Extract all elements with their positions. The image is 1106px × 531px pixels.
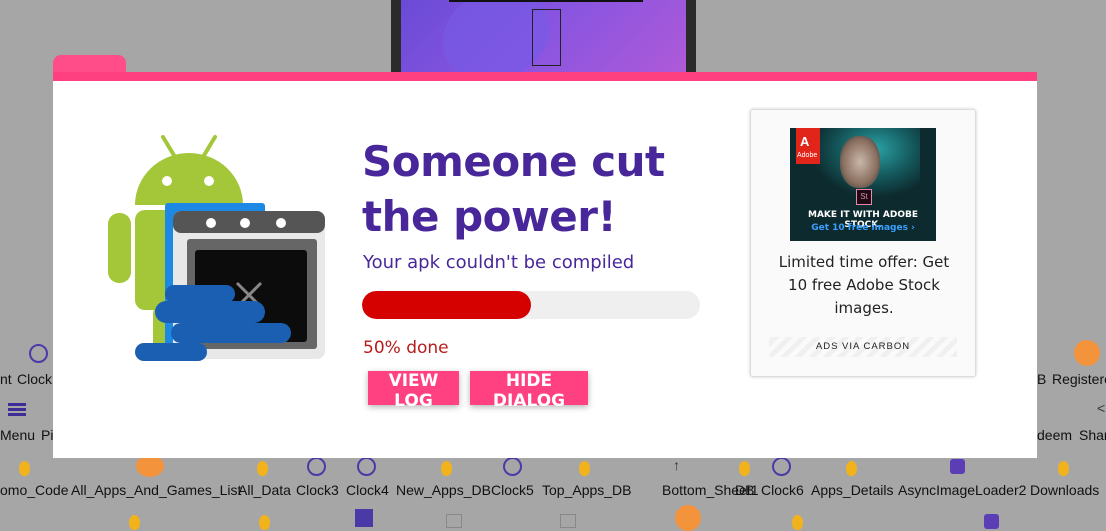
component-label[interactable]: All_Apps_And_Games_List [71, 482, 241, 498]
firebase-icon[interactable] [792, 515, 803, 530]
progress-text: 50% done [363, 338, 449, 358]
adobe-logo: A Adobe [796, 128, 820, 164]
workspace-row-3: omo_Code All_Apps_And_Games_List All_Dat… [0, 455, 1106, 498]
ad-face-art [840, 136, 880, 188]
firebase-icon[interactable] [1058, 461, 1069, 476]
phone-selection-frame [532, 9, 561, 66]
list-icon[interactable] [8, 403, 26, 417]
build-error-dialog: Someone cut the power! Your apk couldn't… [53, 72, 1037, 458]
component-label[interactable]: Menu [0, 427, 35, 443]
carbon-ad[interactable]: A Adobe St MAKE IT WITH ADOBE STOCK. Get… [750, 109, 976, 377]
component-label[interactable]: Registere [1052, 371, 1106, 387]
firebase-icon[interactable] [257, 461, 268, 476]
component-label[interactable]: Top_Apps_DB [542, 482, 632, 498]
adobe-logo-text: Adobe [797, 152, 818, 159]
firebase-icon[interactable] [441, 461, 452, 476]
component-label[interactable]: Pi [41, 427, 53, 443]
component-label[interactable]: Clock4 [346, 482, 389, 498]
firebase-icon[interactable] [259, 515, 270, 530]
component-label[interactable]: Clock6 [761, 482, 804, 498]
component-label[interactable]: B [1037, 371, 1046, 387]
component-label[interactable]: New_Apps_DB [396, 482, 491, 498]
ads-via-carbon[interactable]: ADS VIA CARBON [769, 337, 957, 357]
component-label[interactable]: Apps_Details [811, 482, 894, 498]
firebase-icon[interactable] [846, 461, 857, 476]
dialog-subtitle: Your apk couldn't be compiled [363, 252, 635, 273]
firebase-icon[interactable] [129, 515, 140, 530]
deep-icon[interactable] [136, 455, 164, 477]
android-oven-illustration [108, 135, 325, 361]
component-label[interactable]: All_Data [238, 482, 291, 498]
image-icon[interactable] [446, 514, 462, 528]
screen-icon[interactable] [355, 509, 373, 527]
component-label[interactable]: nt [0, 371, 12, 387]
clock-icon[interactable] [307, 457, 326, 476]
clock-icon[interactable] [772, 457, 791, 476]
phone-screen [401, 0, 686, 80]
clock-icon[interactable] [29, 344, 48, 363]
adobe-logo-letter: A [800, 134, 810, 149]
component-label[interactable]: AsyncImageLoader2 [898, 482, 1026, 498]
component-label[interactable]: Shar [1079, 427, 1106, 443]
puzzle-icon[interactable] [950, 459, 965, 474]
clock-icon[interactable] [357, 457, 376, 476]
clock-icon[interactable] [503, 457, 522, 476]
component-label[interactable]: deem [1037, 427, 1072, 443]
ad-cta: Get 10 free images › [811, 223, 915, 233]
ad-text[interactable]: Limited time offer: Get 10 free Adobe St… [769, 251, 959, 320]
component-label[interactable]: DB [735, 482, 754, 498]
dialog-title: Someone cut the power! [362, 137, 665, 241]
deep-icon[interactable] [675, 505, 701, 531]
phone-preview [391, 0, 696, 80]
stock-badge: St [856, 189, 872, 205]
share-icon[interactable]: < [1097, 400, 1106, 418]
component-label[interactable]: omo_Code [0, 482, 69, 498]
component-label[interactable]: Clock3 [296, 482, 339, 498]
progress-bar [362, 291, 700, 319]
image-icon[interactable] [560, 514, 576, 528]
deep-icon[interactable] [1074, 340, 1100, 366]
component-label[interactable]: Downloads [1030, 482, 1099, 498]
hide-dialog-button[interactable]: HIDE DIALOG [470, 371, 588, 411]
progress-fill [362, 291, 531, 319]
firebase-icon[interactable] [579, 461, 590, 476]
component-label[interactable]: Clock5 [491, 482, 534, 498]
phone-top-bar [449, 0, 643, 2]
view-log-button[interactable]: VIEW LOG [368, 371, 459, 411]
firebase-icon[interactable] [19, 461, 30, 476]
arrow-up-icon[interactable]: ↑ [673, 457, 691, 475]
ad-image[interactable]: A Adobe St MAKE IT WITH ADOBE STOCK. Get… [790, 128, 936, 241]
firebase-icon[interactable] [739, 461, 750, 476]
